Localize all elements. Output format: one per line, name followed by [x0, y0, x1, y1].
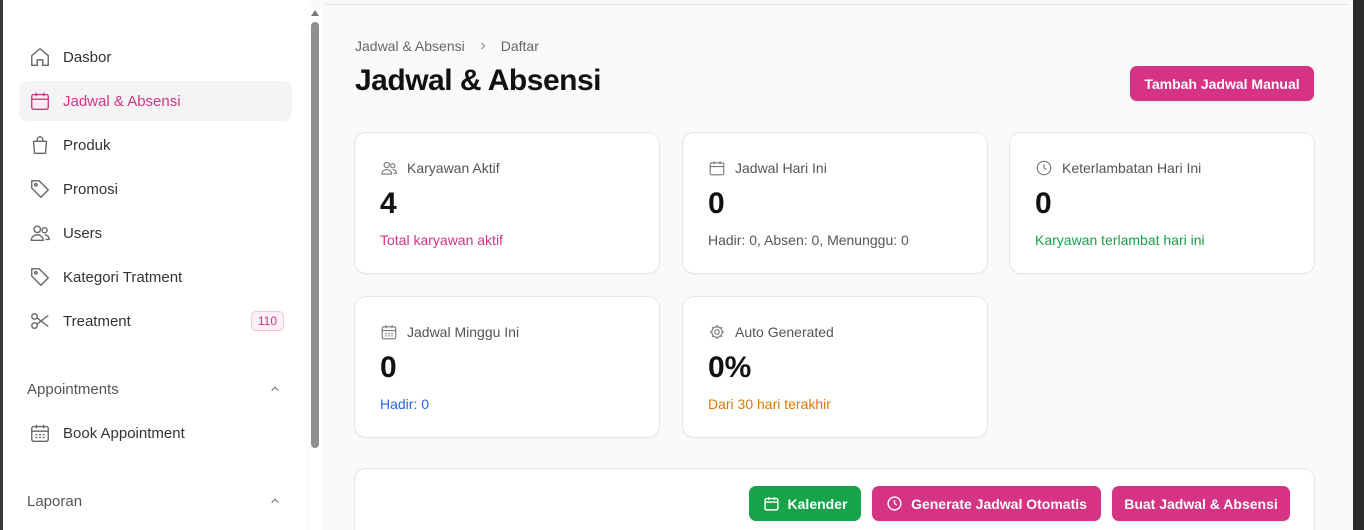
calendar-icon [28, 89, 52, 113]
create-schedule-button[interactable]: Buat Jadwal & Absensi [1112, 486, 1290, 521]
stat-card-jadwal-hari-ini: Jadwal Hari Ini 0 Hadir: 0, Absen: 0, Me… [682, 132, 988, 274]
sidebar-item-jadwal-absensi[interactable]: Jadwal & Absensi [19, 81, 292, 121]
stat-label: Auto Generated [735, 324, 834, 340]
window-edge [1353, 0, 1364, 530]
sidebar-scrollbar-thumb[interactable] [311, 22, 319, 448]
sidebar-item-label: Produk [63, 136, 111, 154]
clock-icon [1036, 160, 1052, 176]
breadcrumb: Jadwal & Absensi Daftar [355, 38, 539, 54]
calendar-button[interactable]: Kalender [749, 486, 861, 521]
sidebar-item-label: Promosi [63, 180, 119, 198]
clock-icon [887, 496, 902, 511]
treatment-count-badge: 110 [250, 311, 284, 331]
sidebar: Dasbor Jadwal & Absensi Produk Promosi U… [3, 0, 308, 530]
section-appointments-label: Appointments [27, 380, 119, 398]
stat-value: 0 [1035, 187, 1052, 220]
stat-label: Jadwal Hari Ini [735, 160, 827, 176]
stat-value: 0 [380, 351, 397, 384]
shopping-bag-icon [28, 133, 52, 157]
sidebar-item-produk[interactable]: Produk [19, 125, 292, 165]
generate-schedule-label: Generate Jadwal Otomatis [911, 495, 1087, 512]
chevron-up-icon [271, 498, 279, 504]
stat-value: 0 [708, 187, 725, 220]
stat-value: 0% [708, 351, 752, 384]
stat-label: Keterlambatan Hari Ini [1062, 160, 1202, 176]
stat-card-jadwal-minggu-ini: Jadwal Minggu Ini 0 Hadir: 0 [354, 296, 660, 438]
calendar-icon [709, 161, 725, 176]
sidebar-item-dasbor[interactable]: Dasbor [19, 37, 292, 77]
sidebar-item-users[interactable]: Users [19, 213, 292, 253]
sidebar-item-label: Dasbor [63, 48, 112, 66]
add-manual-schedule-button[interactable]: Tambah Jadwal Manual [1130, 66, 1314, 101]
stat-subtext: Karyawan terlambat hari ini [1035, 232, 1205, 248]
stat-subtext: Dari 30 hari terakhir [708, 396, 831, 412]
section-laporan-label: Laporan [27, 492, 83, 510]
gear-icon [709, 324, 725, 340]
calendar-days-icon [28, 421, 52, 445]
breadcrumb-current: Daftar [500, 38, 539, 54]
sidebar-item-book-appointment[interactable]: Book Appointment [19, 413, 292, 453]
sidebar-item-label: Book Appointment [63, 424, 185, 442]
scroll-up-arrow[interactable] [311, 10, 319, 16]
sidebar-item-treatment[interactable]: Treatment 110 [19, 301, 292, 341]
stat-card-karyawan-aktif: Karyawan Aktif 4 Total karyawan aktif [354, 132, 660, 274]
sidebar-item-label: Users [63, 224, 103, 242]
top-divider [325, 4, 1350, 5]
breadcrumb-parent-link[interactable]: Jadwal & Absensi [355, 38, 465, 54]
users-icon [381, 161, 398, 175]
stat-subtext: Hadir: 0 [380, 396, 430, 412]
calendar-button-label: Kalender [787, 495, 848, 512]
stat-card-keterlambatan: Keterlambatan Hari Ini 0 Karyawan terlam… [1009, 132, 1315, 274]
sidebar-item-promosi[interactable]: Promosi [19, 169, 292, 209]
users-icon [28, 221, 52, 245]
chevron-up-icon [271, 386, 279, 392]
stat-subtext: Total karyawan aktif [380, 232, 503, 248]
home-icon [28, 45, 52, 69]
sidebar-item-label: Jadwal & Absensi [63, 92, 181, 110]
tag-icon [28, 265, 52, 289]
stat-label: Jadwal Minggu Ini [407, 324, 520, 340]
stat-label: Karyawan Aktif [407, 160, 500, 176]
stat-card-auto-generated: Auto Generated 0% Dari 30 hari terakhir [682, 296, 988, 438]
sidebar-item-label: Kategori Tratment [63, 268, 183, 286]
scissors-icon [28, 309, 52, 333]
section-appointments-toggle[interactable]: Appointments [27, 379, 282, 399]
app-window: Dasbor Jadwal & Absensi Produk Promosi U… [3, 0, 1353, 530]
sidebar-item-label: Treatment [63, 312, 131, 330]
chevron-right-icon [477, 40, 489, 52]
calendar-days-icon [381, 325, 397, 340]
calendar-icon [763, 497, 779, 511]
stat-value: 4 [380, 187, 397, 220]
tag-icon [28, 177, 52, 201]
section-laporan-toggle[interactable]: Laporan [27, 491, 282, 511]
page-title: Jadwal & Absensi [355, 64, 601, 97]
stat-subtext: Hadir: 0, Absen: 0, Menunggu: 0 [708, 232, 909, 248]
generate-schedule-button[interactable]: Generate Jadwal Otomatis [872, 486, 1101, 521]
sidebar-item-kategori-tratment[interactable]: Kategori Tratment [19, 257, 292, 297]
